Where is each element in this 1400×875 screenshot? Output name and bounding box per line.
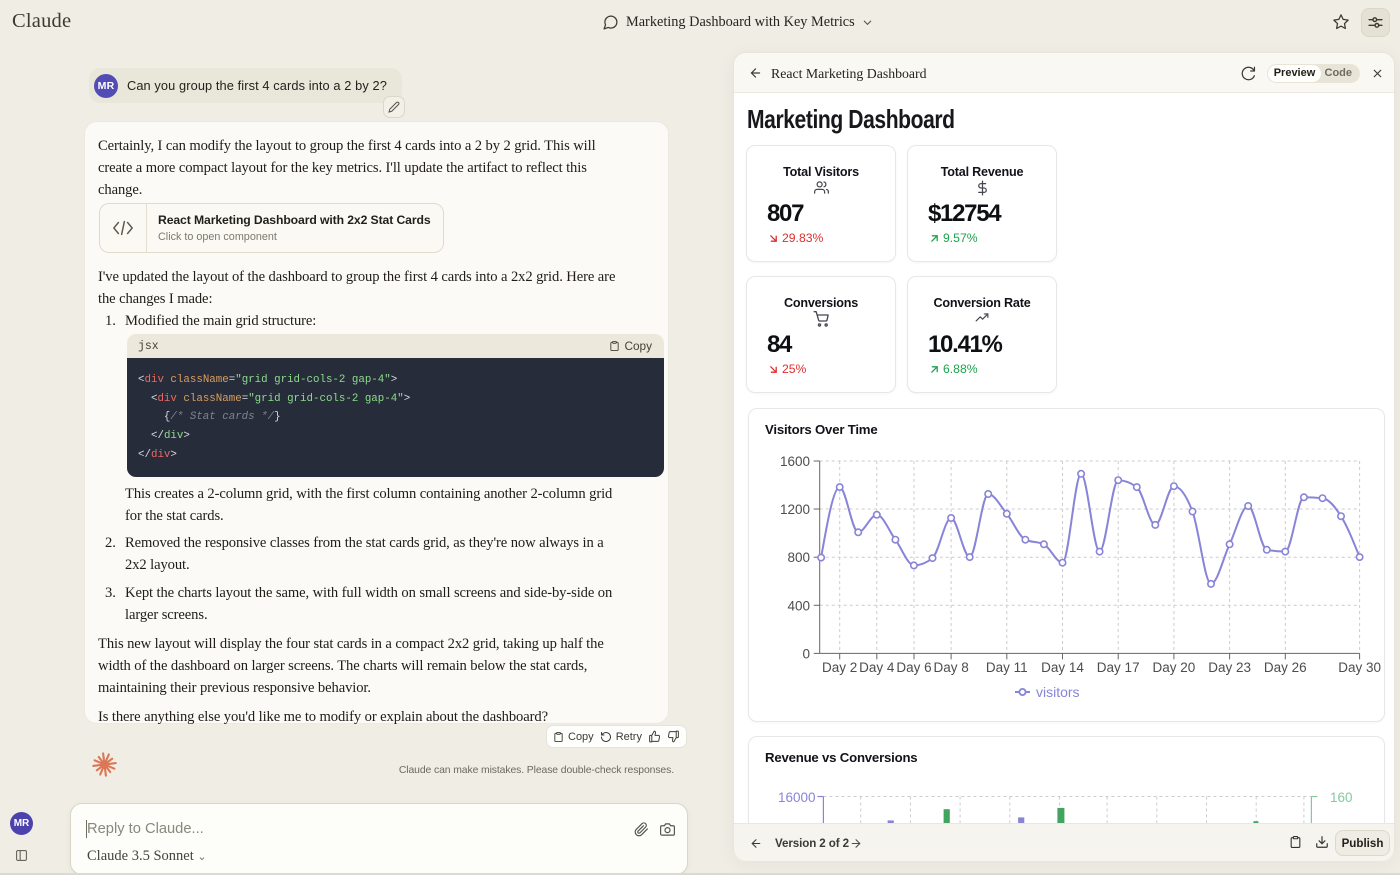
svg-text:0: 0 (802, 646, 810, 661)
svg-text:visitors: visitors (1036, 684, 1080, 700)
svg-text:Day 23: Day 23 (1208, 660, 1251, 675)
svg-text:Day 8: Day 8 (933, 660, 968, 675)
svg-text:1600: 1600 (780, 454, 810, 469)
svg-text:Day 6: Day 6 (896, 660, 931, 675)
svg-text:Day 30: Day 30 (1338, 660, 1381, 675)
svg-text:Day 26: Day 26 (1264, 660, 1307, 675)
svg-text:800: 800 (787, 550, 810, 565)
svg-text:16000: 16000 (778, 790, 816, 805)
svg-text:400: 400 (787, 598, 810, 613)
svg-text:Day 17: Day 17 (1097, 660, 1140, 675)
svg-text:Day 11: Day 11 (986, 660, 1028, 675)
svg-text:Day 14: Day 14 (1041, 660, 1084, 675)
svg-text:Day 20: Day 20 (1153, 660, 1196, 675)
svg-text:Day 2: Day 2 (822, 660, 857, 675)
svg-text:160: 160 (1330, 790, 1353, 805)
svg-text:1200: 1200 (780, 502, 810, 517)
svg-text:Day 4: Day 4 (859, 660, 895, 675)
